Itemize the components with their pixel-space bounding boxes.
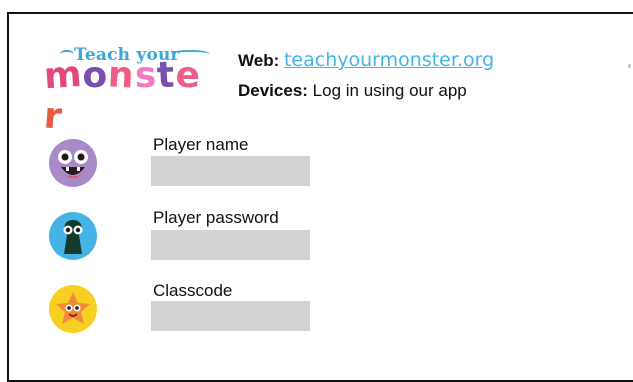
- web-row: Web: teachyourmonster.org: [238, 47, 494, 78]
- devices-row: Devices: Log in using our app: [238, 78, 494, 109]
- web-label: Web:: [238, 51, 280, 70]
- logo-letter: e: [175, 55, 201, 96]
- info-block: Web: teachyourmonster.org Devices: Log i…: [238, 47, 494, 109]
- logo-letter: t: [156, 54, 177, 97]
- web-link[interactable]: teachyourmonster.org: [284, 49, 494, 71]
- purple-monster-icon: [49, 139, 97, 187]
- keyhole-monster-icon: [49, 212, 97, 260]
- logo-letter: s: [134, 55, 158, 96]
- player-password-label: Player password: [153, 208, 279, 227]
- teach-your-monster-logo: Teach your monster: [43, 45, 214, 138]
- logo-letter: o: [82, 55, 109, 96]
- star-monster-icon: [49, 285, 97, 333]
- player-name-input[interactable]: [151, 156, 310, 186]
- player-password-input[interactable]: [151, 230, 310, 260]
- logo-wordmark: monste r: [42, 53, 214, 138]
- devices-value: Log in using our app: [312, 81, 467, 100]
- devices-label: Devices:: [238, 81, 308, 100]
- logo-letter: m: [42, 53, 84, 98]
- edge-mark: [628, 64, 631, 68]
- logo-letter: n: [107, 54, 136, 97]
- classcode-input[interactable]: [151, 301, 310, 331]
- logo-letter: r: [42, 95, 65, 138]
- classcode-label: Classcode: [153, 281, 233, 300]
- player-name-label: Player name: [153, 135, 249, 154]
